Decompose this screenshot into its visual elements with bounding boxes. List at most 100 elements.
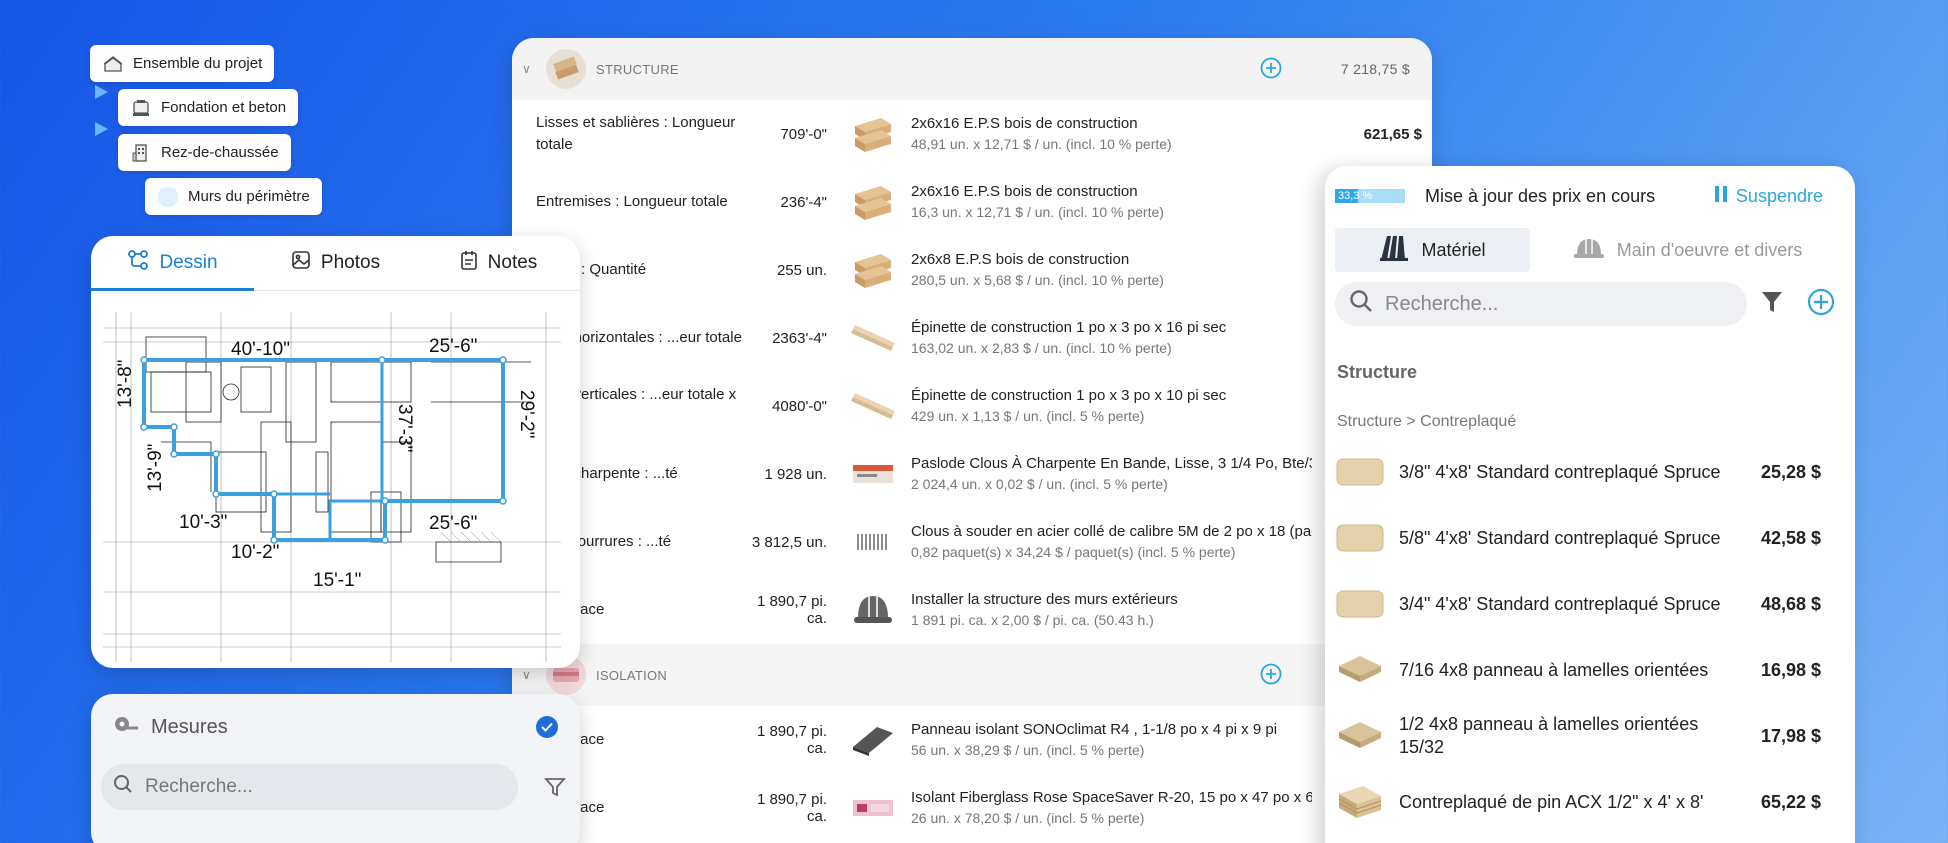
lumber-stack-icon <box>1379 234 1409 267</box>
price-search: Recherche... <box>1335 282 1845 326</box>
row-description: 2x6x16 E.P.S bois de construction 48,91 u… <box>911 113 1312 155</box>
image-icon <box>291 250 311 276</box>
add-circle-icon[interactable] <box>1260 663 1282 688</box>
panel-material-icon <box>847 723 899 757</box>
wall-icon <box>157 186 179 208</box>
chevron-down-icon[interactable]: ∨ <box>522 62 542 76</box>
row-product: 2x6x16 E.P.S bois de construction <box>911 115 1138 132</box>
add-circle-icon[interactable] <box>1260 57 1282 82</box>
estimate-row[interactable]: ... Surface1 890,7 pi. ca.Installer la s… <box>512 576 1432 644</box>
filter-icon[interactable] <box>1761 290 1783 319</box>
chevron-down-icon[interactable]: ∨ <box>522 668 542 682</box>
tape-measure-icon <box>113 715 139 739</box>
item-name: 5/8" 4'x8' Standard contreplaqué Spruce <box>1399 527 1721 548</box>
price-list-item[interactable]: 7/16 4x8 panneau à lamelles orientées 16,… <box>1325 637 1855 703</box>
suspend-label: Suspendre <box>1735 185 1823 206</box>
row-detail: 48,91 un. x 12,71 $ / un. (incl. 10 % pe… <box>911 136 1172 152</box>
row-detail: 26 un. x 78,20 $ / un. (incl. 5 % perte) <box>911 810 1145 826</box>
row-quantity: 4080'-0" <box>772 397 827 415</box>
item-price: 65,22 $ <box>1760 791 1821 812</box>
estimate-row[interactable]: ...res horizontales : ...eur totale 2363'… <box>512 304 1432 372</box>
row-quantity: 709'-0" <box>780 125 827 143</box>
section-header-isolation[interactable]: ∨ ISOLATION <box>512 644 1432 706</box>
price-list-item[interactable]: Contreplaqué de pin ACX 1/2" x 4' x 8' 65… <box>1325 769 1855 835</box>
section-title: STRUCTURE <box>596 61 679 77</box>
row-product: Isolant Fiberglass Rose SpaceSaver R-20,… <box>911 789 1312 806</box>
pink-material-icon <box>847 796 899 820</box>
breadcrumb-label: Ensemble du projet <box>133 55 263 72</box>
row-quantity: 1 928 un. <box>764 465 827 483</box>
item-name: 7/16 4x8 panneau à lamelles orientées <box>1399 659 1709 680</box>
dimension-label: 37'-3" <box>394 404 415 452</box>
lumber-material-icon <box>847 182 899 222</box>
estimate-row[interactable]: Entremises : Longueur totale 236'-4" 2x6x1… <box>512 168 1432 236</box>
estimate-row[interactable]: ... Surface1 890,7 pi. ca.Panneau isolan… <box>512 706 1432 774</box>
hard-hat-icon <box>1573 235 1605 266</box>
tab-materiel[interactable]: Matériel <box>1335 228 1530 272</box>
item-price: 17,98 $ <box>1760 725 1821 746</box>
tab-photos[interactable]: Photos <box>254 236 417 290</box>
item-price: 42,58 $ <box>1760 527 1821 548</box>
dimension-label: 10'-3" <box>179 512 227 533</box>
measures-header[interactable]: Mesures <box>91 694 580 760</box>
breadcrumb-label: Rez-de-chaussée <box>161 144 279 161</box>
suspend-button[interactable]: Suspendre <box>1714 185 1823 208</box>
row-quantity: 1 890,7 pi. ca. <box>756 723 827 757</box>
price-list-item[interactable]: 1/2 4x8 panneau à lamelles orientées 15/… <box>1325 703 1855 769</box>
row-detail: 163,02 un. x 2,83 $ / un. (incl. 10 % pe… <box>911 340 1172 356</box>
tree-arrow-icon <box>95 122 108 136</box>
price-search-input[interactable]: Recherche... <box>1335 282 1747 326</box>
breadcrumb-ground-floor[interactable]: Rez-de-chaussée <box>118 134 291 171</box>
lumber-material-icon <box>847 114 899 154</box>
row-quantity: 1 890,7 pi. ca. <box>756 791 827 825</box>
row-product: Paslode Clous À Charpente En Bande, Liss… <box>911 455 1312 472</box>
dimension-label: 25'-6" <box>429 336 477 357</box>
estimate-row[interactable]: ... de fourrures : ...té 3 812,5 un. Clous… <box>512 508 1432 576</box>
row-price: 621,65 $ <box>1363 125 1422 143</box>
osb-thumbnail-icon <box>1335 718 1385 754</box>
measures-search-input[interactable]: Recherche... <box>101 764 518 810</box>
dimension-label: 13'-9" <box>145 444 166 492</box>
subcategory-path[interactable]: Structure > Contreplaqué <box>1337 413 1855 431</box>
price-list-item[interactable]: 3/8" 4'x8' Standard contreplaqué Spruce 2… <box>1325 439 1855 505</box>
estimate-row[interactable]: ...ants : Quantité 255 un. 2x6x8 E.P.S boi… <box>512 236 1432 304</box>
estimate-row[interactable]: ... Surface1 890,7 pi. ca.Isolant Fiberg… <box>512 774 1432 842</box>
item-name: 3/4" 4'x8' Standard contreplaqué Spruce <box>1399 593 1721 614</box>
breadcrumb-perimeter-walls[interactable]: Murs du périmètre <box>145 178 322 215</box>
row-description: Épinette de construction 1 po x 3 po x 1… <box>911 385 1312 427</box>
nails-material-icon <box>847 530 899 554</box>
row-quantity: 1 890,7 pi. ca. <box>756 593 827 627</box>
measures-title: Mesures <box>151 715 228 738</box>
row-detail: 0,82 paquet(s) x 34,24 $ / paquet(s) (in… <box>911 544 1236 560</box>
price-list-item[interactable]: 5/8" 4'x8' Standard contreplaqué Spruce 4… <box>1325 505 1855 571</box>
tab-label: Main d'oeuvre et divers <box>1616 239 1803 260</box>
ply-thumbnail-icon <box>1335 520 1385 556</box>
dimension-label: 29'-2" <box>516 390 537 438</box>
estimate-row[interactable]: Lisses et sablières : Longueur totale 709… <box>512 100 1432 168</box>
item-name: 1/2 4x8 panneau à lamelles orientées 15/… <box>1399 714 1699 757</box>
estimate-row[interactable]: ...res verticales : ...eur totale x 2408… <box>512 372 1432 440</box>
check-circle-icon[interactable] <box>536 716 558 738</box>
filter-icon[interactable] <box>518 776 566 798</box>
notes-icon <box>460 250 478 276</box>
tab-dessin[interactable]: Dessin <box>91 236 254 291</box>
strip-material-icon <box>847 391 899 421</box>
estimate-row[interactable]: ... de charpente : ...té 1 928 un. Paslode… <box>512 440 1432 508</box>
section-header-structure[interactable]: ∨ STRUCTURE 7 218,75 $ <box>512 38 1432 100</box>
row-product: Épinette de construction 1 po x 3 po x 1… <box>911 319 1227 336</box>
add-circle-icon[interactable] <box>1807 288 1835 321</box>
row-label: Entremises : Longueur totale <box>536 193 728 210</box>
breadcrumb-foundation[interactable]: Fondation et beton <box>118 89 299 126</box>
row-description: Paslode Clous À Charpente En Bande, Liss… <box>911 453 1312 495</box>
price-list-item[interactable]: 3/4" 4'x8' Standard contreplaqué Spruce 4… <box>1325 571 1855 637</box>
dimension-label: 10'-2" <box>231 542 279 563</box>
item-name: 3/8" 4'x8' Standard contreplaqué Spruce <box>1399 461 1721 482</box>
tab-labour[interactable]: Main d'oeuvre et divers <box>1530 228 1845 272</box>
price-panel-tabs: Matériel Main d'oeuvre et divers <box>1335 228 1845 272</box>
tab-notes[interactable]: Notes <box>417 236 580 290</box>
row-detail: 280,5 un. x 5,68 $ / un. (incl. 10 % per… <box>911 272 1164 288</box>
dimension-label: 13'-8" <box>115 360 136 408</box>
floor-plan[interactable]: 40'-10" 25'-6" 13'-8" 29'-2" 37'-3" 13'-… <box>91 292 580 668</box>
breadcrumb-project[interactable]: Ensemble du projet <box>90 45 275 82</box>
row-detail: 56 un. x 38,29 $ / un. (incl. 5 % perte) <box>911 742 1145 758</box>
